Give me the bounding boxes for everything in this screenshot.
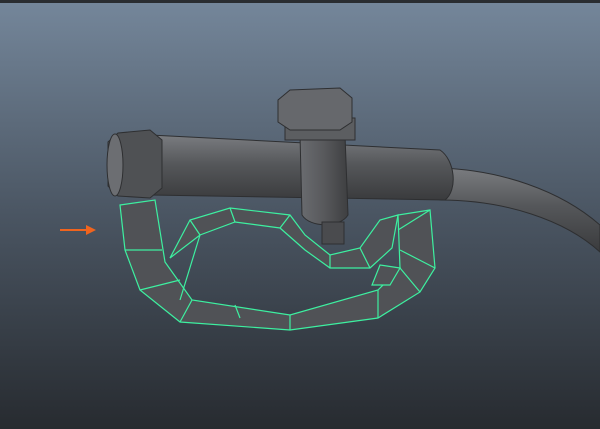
end-cap-face xyxy=(106,133,124,197)
3d-viewport[interactable] xyxy=(0,0,600,429)
viewport-background xyxy=(0,3,600,429)
valve-stem xyxy=(321,221,345,245)
valve-cap[interactable] xyxy=(277,87,353,131)
valve-body[interactable] xyxy=(299,134,349,226)
viewport-scene[interactable] xyxy=(0,0,600,429)
